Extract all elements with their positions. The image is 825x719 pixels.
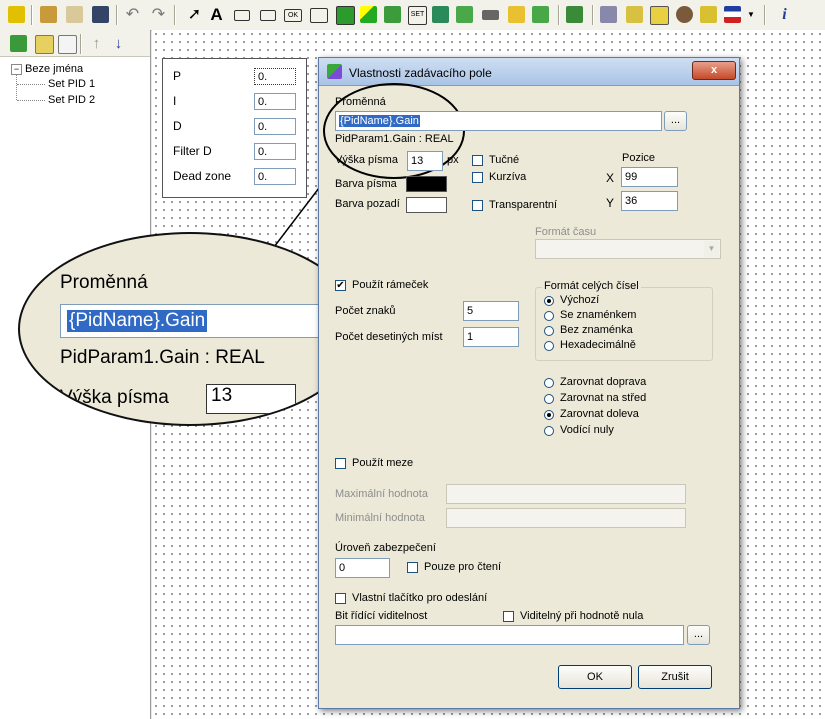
leading-zeros-radio[interactable]: [544, 426, 554, 436]
app-icon: [327, 64, 342, 79]
bg-color-label: Barva pozadí: [335, 198, 400, 210]
align-option: Zarovnat doleva: [560, 408, 639, 420]
int-format-default-radio[interactable]: [544, 296, 554, 306]
use-limits-label: Použít meze: [352, 457, 414, 469]
char-count-label: Počet znaků: [335, 305, 396, 317]
int-format-hex-radio[interactable]: [544, 341, 554, 351]
char-count-field[interactable]: 5: [463, 301, 519, 321]
magnified-variable-value: {PidName}.Gain: [67, 310, 208, 332]
font-color-label: Barva písma: [335, 178, 397, 190]
magnified-font-label: Výška písma: [60, 387, 169, 408]
align-option: Vodící nuly: [560, 424, 614, 436]
position-x-field[interactable]: 99: [621, 167, 678, 187]
align-right-radio[interactable]: [544, 378, 554, 388]
decimals-label: Počet desetiných míst: [335, 331, 443, 343]
magnified-variable-field: {PidName}.Gain: [60, 304, 360, 338]
magnifier-callout: Proměnná {PidName}.Gain PidParam1.Gain :…: [18, 232, 362, 426]
readonly-label: Pouze pro čtení: [424, 561, 502, 573]
bold-checkbox[interactable]: [472, 155, 483, 166]
px-unit: px: [447, 154, 459, 166]
use-frame-label: Použít rámeček: [352, 279, 429, 291]
magnified-font-value: 13: [206, 384, 296, 414]
align-left-radio[interactable]: [544, 410, 554, 420]
int-format-option: Hexadecimálně: [560, 339, 636, 351]
align-center-radio[interactable]: [544, 394, 554, 404]
magnified-variable-label: Proměnná: [60, 272, 148, 293]
min-value-field[interactable]: [446, 508, 686, 528]
security-level-field[interactable]: 0: [335, 558, 390, 578]
max-value-label: Maximální hodnota: [335, 488, 428, 500]
dialog-titlebar[interactable]: Vlastnosti zadávacího pole x: [319, 58, 739, 86]
time-format-label: Formát času: [535, 226, 597, 238]
font-height-field[interactable]: 13: [407, 151, 443, 171]
int-format-unsigned-radio[interactable]: [544, 326, 554, 336]
font-color-swatch[interactable]: [406, 176, 447, 192]
cancel-button[interactable]: Zrušit: [638, 665, 712, 689]
security-level-label: Úroveň zabezpečení: [335, 542, 436, 554]
italic-label: Kurzíva: [489, 171, 527, 183]
chevron-down-icon: ▼: [704, 241, 719, 257]
ok-button[interactable]: OK: [558, 665, 632, 689]
font-height-label: Výška písma: [335, 154, 398, 166]
int-format-option: Výchozí: [560, 294, 600, 306]
x-label: X: [606, 171, 615, 185]
align-option: Zarovnat na střed: [560, 392, 647, 404]
close-button[interactable]: x: [692, 61, 736, 80]
variable-field[interactable]: {PidName}.Gain: [335, 111, 662, 131]
variable-type-text: PidParam1.Gain : REAL: [335, 133, 454, 145]
position-label: Pozice: [622, 152, 656, 164]
browse-visibility-bit-button[interactable]: ...: [687, 625, 710, 645]
transparent-checkbox[interactable]: [472, 200, 483, 211]
visible-at-zero-label: Viditelný při hodnotě nula: [520, 610, 644, 622]
align-option: Zarovnat doprava: [560, 376, 647, 388]
italic-checkbox[interactable]: [472, 172, 483, 183]
position-y-field[interactable]: 36: [621, 191, 678, 211]
min-value-label: Minimální hodnota: [335, 512, 425, 524]
bold-label: Tučné: [489, 154, 520, 166]
variable-label: Proměnná: [335, 96, 386, 108]
visible-at-zero-checkbox[interactable]: [503, 611, 514, 622]
int-format-option: Se znaménkem: [560, 309, 637, 321]
custom-send-button-label: Vlastní tlačítko pro odeslání: [352, 592, 488, 604]
visibility-bit-label: Bit řídící viditelnost: [335, 610, 428, 622]
int-format-label: Formát celých čísel: [542, 280, 641, 292]
magnified-type-text: PidParam1.Gain : REAL: [60, 347, 265, 368]
transparent-label: Transparentní: [489, 199, 558, 211]
use-limits-checkbox[interactable]: [335, 458, 346, 469]
decimals-field[interactable]: 1: [463, 327, 519, 347]
max-value-field[interactable]: [446, 484, 686, 504]
int-format-option: Bez znaménka: [560, 324, 633, 336]
custom-send-button-checkbox[interactable]: [335, 593, 346, 604]
input-field-properties-dialog: Vlastnosti zadávacího pole x Proměnná {P…: [318, 57, 740, 709]
time-format-select[interactable]: ▼: [535, 239, 721, 259]
y-label: Y: [606, 196, 615, 210]
dialog-title: Vlastnosti zadávacího pole: [349, 66, 492, 80]
browse-variable-button[interactable]: ...: [664, 111, 687, 131]
visibility-bit-field[interactable]: [335, 625, 684, 645]
bg-color-swatch[interactable]: [406, 197, 447, 213]
readonly-checkbox[interactable]: [407, 562, 418, 573]
variable-value: {PidName}.Gain: [339, 115, 420, 127]
use-frame-checkbox[interactable]: ✔: [335, 280, 346, 291]
int-format-signed-radio[interactable]: [544, 311, 554, 321]
